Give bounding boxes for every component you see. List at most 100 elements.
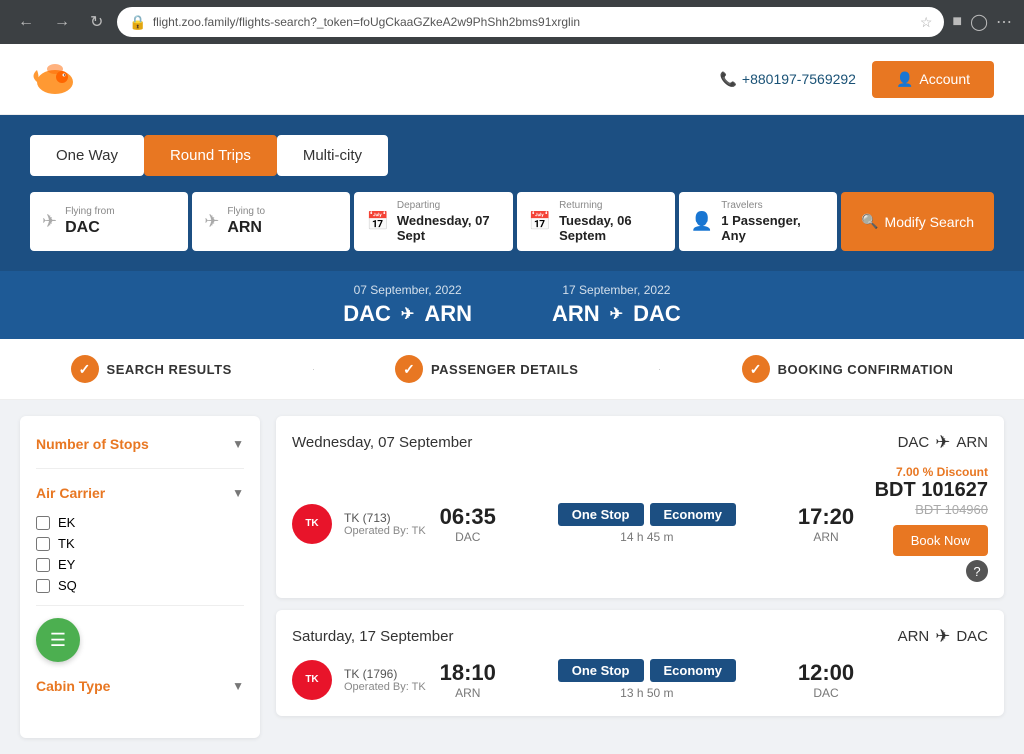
cabin-badge-1: Economy xyxy=(650,503,737,526)
main-content: Number of Stops ▼ Air Carrier ▼ EK TK xyxy=(0,400,1024,754)
return-from: ARN xyxy=(552,301,600,327)
plane-to-icon: ✈ xyxy=(204,211,219,232)
carrier-ey-label: EY xyxy=(58,557,75,572)
flying-to-label: Flying to xyxy=(227,206,265,217)
outbound-arrow-icon: ✈ xyxy=(401,304,414,324)
tab-round-trips[interactable]: Round Trips xyxy=(144,135,277,176)
stops-filter-section: Number of Stops ▼ xyxy=(36,432,244,469)
operated-by-1: Operated By: TK xyxy=(344,525,426,537)
account-label: Account xyxy=(919,71,970,87)
flight-number-2: TK (1796) xyxy=(344,667,426,681)
phone-number: 📞 +880197-7569292 xyxy=(719,71,856,88)
outbound-date-header: Wednesday, 07 September xyxy=(292,434,472,451)
outbound-from-code: DAC xyxy=(898,434,930,451)
info-icon-1[interactable]: ? xyxy=(966,560,988,582)
trip-tabs: One Way Round Trips Multi-city xyxy=(30,135,994,176)
step3-icon: ✓ xyxy=(742,355,770,383)
route-bar: 07 September, 2022 DAC ✈ ARN 17 Septembe… xyxy=(0,271,1024,339)
step-divider-2 xyxy=(659,369,660,370)
stops-filter-toggle[interactable]: Number of Stops ▼ xyxy=(36,432,244,456)
return-from-code: ARN xyxy=(898,628,930,645)
flight-middle-2: One Stop Economy 13 h 50 m xyxy=(510,659,784,700)
outbound-to-code: ARN xyxy=(956,434,988,451)
step-passenger-details: ✓ PASSENGER DETAILS xyxy=(395,355,578,383)
step-search-results: ✓ SEARCH RESULTS xyxy=(71,355,232,383)
flying-to-value: ARN xyxy=(227,219,265,237)
airline-code-1: TK xyxy=(305,518,318,529)
step1-icon: ✓ xyxy=(71,355,99,383)
step-booking-confirmation: ✓ BOOKING CONFIRMATION xyxy=(742,355,954,383)
browser-icons: ■ ◯ ⋯ xyxy=(952,12,1012,32)
step2-label: PASSENGER DETAILS xyxy=(431,362,578,377)
carrier-filter-toggle[interactable]: Air Carrier ▼ xyxy=(36,481,244,505)
modify-search-button[interactable]: 🔍 Modify Search xyxy=(841,192,994,251)
returning-field[interactable]: 📅 Returning Tuesday, 06 Septem xyxy=(517,192,675,251)
airline-logo-1: TK xyxy=(292,504,332,544)
carrier-ey-checkbox[interactable] xyxy=(36,558,50,572)
travelers-label: Travelers xyxy=(721,200,825,211)
carrier-filter-section: Air Carrier ▼ EK TK EY SQ xyxy=(36,481,244,606)
depart-block-1: 06:35 DAC xyxy=(438,504,498,544)
route-return: 17 September, 2022 ARN ✈ DAC xyxy=(552,283,681,327)
account-button[interactable]: 👤 Account xyxy=(872,61,994,98)
route-outbound: 07 September, 2022 DAC ✈ ARN xyxy=(343,283,472,327)
carrier-sq-label: SQ xyxy=(58,578,77,593)
carrier-ek-checkbox[interactable] xyxy=(36,516,50,530)
menu-icon[interactable]: ⋯ xyxy=(996,12,1012,32)
carrier-tk-label: TK xyxy=(58,536,75,551)
step-divider-1 xyxy=(313,369,314,370)
extensions-icon[interactable]: ■ xyxy=(952,13,962,31)
search-form: ✈ Flying from DAC ✈ Flying to ARN 📅 Depa xyxy=(30,192,994,271)
arrive-block-1: 17:20 ARN xyxy=(796,504,856,544)
flight-info-2: TK (1796) Operated By: TK xyxy=(344,667,426,693)
book-now-button-1[interactable]: Book Now xyxy=(893,525,988,556)
flight-row-2: TK TK (1796) Operated By: TK 18:10 ARN O… xyxy=(292,659,988,700)
sidebar: Number of Stops ▼ Air Carrier ▼ EK TK xyxy=(20,416,260,738)
travelers-field[interactable]: 👤 Travelers 1 Passenger, Any xyxy=(679,192,837,251)
flying-from-value: DAC xyxy=(65,219,114,237)
step3-label: BOOKING CONFIRMATION xyxy=(778,362,954,377)
carrier-tk-checkbox[interactable] xyxy=(36,537,50,551)
flying-to-field[interactable]: ✈ Flying to ARN xyxy=(192,192,350,251)
depart-time-1: 06:35 xyxy=(438,504,498,530)
cabin-filter-toggle[interactable]: Cabin Type ▼ xyxy=(36,674,244,698)
arrive-time-2: 12:00 xyxy=(796,660,856,686)
profile-icon[interactable]: ◯ xyxy=(970,12,988,32)
depart-airport-1: DAC xyxy=(438,530,498,544)
flight-number-1: TK (713) xyxy=(344,511,426,525)
flying-from-field[interactable]: ✈ Flying from DAC xyxy=(30,192,188,251)
forward-button[interactable]: → xyxy=(48,9,76,35)
stop-badge-2: One Stop xyxy=(558,659,644,682)
travelers-value: 1 Passenger, Any xyxy=(721,213,825,243)
cabin-filter-label: Cabin Type xyxy=(36,678,110,694)
header-section: One Way Round Trips Multi-city ✈ Flying … xyxy=(0,115,1024,271)
phone-text: +880197-7569292 xyxy=(742,71,856,87)
fab-button[interactable]: ☰ xyxy=(36,618,80,662)
carrier-ek: EK xyxy=(36,515,244,530)
reload-button[interactable]: ↻ xyxy=(84,8,109,36)
returning-label: Returning xyxy=(559,200,663,211)
depart-time-2: 18:10 xyxy=(438,660,498,686)
outbound-to: ARN xyxy=(424,301,472,327)
return-arrow-icon: ✈ xyxy=(610,304,623,324)
returning-value: Tuesday, 06 Septem xyxy=(559,213,663,243)
progress-bar: ✓ SEARCH RESULTS ✓ PASSENGER DETAILS ✓ B… xyxy=(0,339,1024,400)
tab-multi-city[interactable]: Multi-city xyxy=(277,135,388,176)
return-route-header: Saturday, 17 September ARN ✈ DAC xyxy=(292,626,988,647)
user-icon: 👤 xyxy=(896,71,913,88)
logo xyxy=(30,54,80,104)
calendar-depart-icon: 📅 xyxy=(366,211,388,232)
airline-logo-2: TK xyxy=(292,660,332,700)
carrier-list: EK TK EY SQ xyxy=(36,515,244,593)
carrier-sq-checkbox[interactable] xyxy=(36,579,50,593)
top-right: 📞 +880197-7569292 👤 Account xyxy=(719,61,994,98)
calendar-return-icon: 📅 xyxy=(529,211,551,232)
outbound-date: 07 September, 2022 xyxy=(343,283,472,297)
back-button[interactable]: ← xyxy=(12,9,40,35)
logo-image xyxy=(30,54,80,104)
tab-one-way[interactable]: One Way xyxy=(30,135,144,176)
depart-block-2: 18:10 ARN xyxy=(438,660,498,700)
address-bar[interactable]: 🔒 flight.zoo.family/flights-search?_toke… xyxy=(117,7,944,37)
carrier-tk: TK xyxy=(36,536,244,551)
departing-field[interactable]: 📅 Departing Wednesday, 07 Sept xyxy=(354,192,512,251)
